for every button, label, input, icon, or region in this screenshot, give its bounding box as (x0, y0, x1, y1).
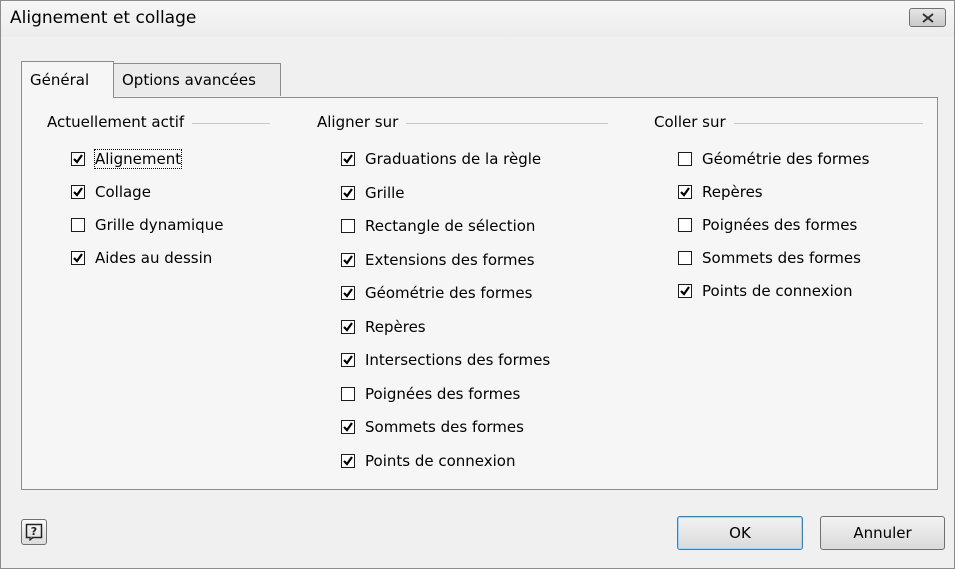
checkbox-label: Intersections des formes (365, 351, 551, 369)
checkmark-icon (73, 253, 83, 263)
checkbox-label: Points de connexion (702, 282, 853, 300)
checkmark-icon (343, 288, 353, 298)
checkbox-coller-1[interactable]: Repères (678, 183, 763, 201)
group-divider (406, 122, 608, 124)
checkbox-checked[interactable] (678, 284, 692, 298)
checkmark-icon (343, 355, 353, 365)
checkmark-icon (343, 422, 353, 432)
checkmark-icon (343, 321, 353, 332)
group-coller-sur: Coller sur (654, 112, 923, 132)
checkbox-actif-1[interactable]: Collage (71, 183, 151, 201)
checkbox-aligner-3[interactable]: Extensions des formes (341, 251, 535, 269)
tab-advanced-label: Options avancées (122, 71, 256, 89)
window-title: Alignement et collage (10, 8, 197, 28)
group-aligner-sur: Aligner sur (317, 112, 608, 132)
cancel-button[interactable]: Annuler (820, 516, 945, 550)
checkbox-unchecked[interactable] (678, 218, 692, 232)
checkbox-checked[interactable] (341, 286, 355, 300)
checkbox-coller-0[interactable]: Géométrie des formes (678, 150, 869, 168)
tab-advanced-options[interactable]: Options avancées (113, 63, 281, 96)
checkbox-aligner-7[interactable]: Poignées des formes (341, 385, 520, 403)
checkbox-label: Poignées des formes (365, 384, 521, 403)
checkbox-unchecked[interactable] (341, 219, 355, 233)
title-bar: Alignement et collage (1, 1, 954, 37)
group-header: Aligner sur (317, 112, 608, 132)
checkbox-aligner-4[interactable]: Géométrie des formes (341, 284, 532, 302)
checkbox-label: Grille dynamique (95, 216, 224, 234)
checkbox-checked[interactable] (71, 152, 85, 166)
alignment-dialog: Alignement et collage Général Options av… (0, 0, 955, 569)
checkbox-label: Repères (702, 183, 763, 201)
checkmark-icon (343, 254, 353, 265)
group-header: Actuellement actif (47, 112, 270, 132)
group-title: Aligner sur (317, 113, 399, 131)
ok-button[interactable]: OK (677, 516, 803, 550)
checkbox-checked[interactable] (341, 252, 355, 267)
help-icon: ? (25, 523, 43, 541)
checkbox-label: Repères (365, 317, 426, 336)
checkmark-icon (680, 187, 690, 197)
checkbox-label: Aides au dessin (95, 249, 213, 267)
checkbox-unchecked[interactable] (678, 152, 692, 166)
group-title: Actuellement actif (47, 113, 185, 131)
checkbox-aligner-1[interactable]: Grille (341, 184, 405, 202)
checkbox-checked[interactable] (71, 251, 85, 265)
checkbox-label: Géométrie des formes (365, 284, 533, 302)
checkbox-label: Collage (95, 183, 151, 201)
cancel-button-label: Annuler (853, 524, 912, 542)
checkbox-checked[interactable] (71, 185, 85, 199)
checkbox-label: Graduations de la règle (365, 150, 542, 168)
checkbox-aligner-5[interactable]: Repères (341, 318, 426, 336)
checkbox-checked[interactable] (341, 152, 355, 166)
tab-panel-general: Actuellement actif Aligner sur Coller su… (21, 97, 938, 490)
group-header: Coller sur (654, 112, 923, 132)
checkmark-icon (73, 187, 83, 197)
checkbox-checked[interactable] (678, 185, 692, 199)
checkbox-aligner-8[interactable]: Sommets des formes (341, 418, 524, 436)
checkbox-label: Rectangle de sélection (365, 217, 536, 235)
checkbox-label: Grille (365, 183, 405, 202)
checkmark-icon (680, 286, 690, 296)
checkmark-icon (343, 154, 353, 164)
checkbox-label: Sommets des formes (365, 418, 524, 436)
ok-button-label: OK (729, 524, 751, 542)
help-button[interactable]: ? (21, 519, 47, 545)
group-divider (733, 122, 923, 124)
checkbox-coller-2[interactable]: Poignées des formes (678, 216, 857, 234)
tab-general-label: Général (30, 71, 90, 89)
checkbox-label: Points de connexion (365, 451, 516, 470)
checkbox-aligner-0[interactable]: Graduations de la règle (341, 150, 541, 168)
checkbox-checked[interactable] (341, 453, 355, 468)
checkbox-actif-2[interactable]: Grille dynamique (71, 216, 223, 234)
svg-text:?: ? (31, 525, 37, 538)
checkmark-icon (343, 455, 353, 466)
checkbox-coller-4[interactable]: Points de connexion (678, 282, 852, 300)
checkbox-coller-3[interactable]: Sommets des formes (678, 249, 861, 267)
checkmark-icon (343, 187, 353, 198)
checkbox-checked[interactable] (341, 319, 355, 334)
checkbox-label: Alignement (93, 149, 183, 169)
checkbox-unchecked[interactable] (71, 218, 85, 232)
checkbox-label: Extensions des formes (365, 250, 535, 269)
checkbox-label: Poignées des formes (702, 216, 858, 234)
checkbox-actif-0[interactable]: Alignement (71, 149, 183, 169)
group-title: Coller sur (654, 113, 726, 131)
tab-general[interactable]: Général (21, 61, 114, 98)
checkbox-label: Géométrie des formes (702, 150, 870, 168)
checkbox-aligner-2[interactable]: Rectangle de sélection (341, 217, 535, 235)
group-divider (192, 122, 270, 124)
checkbox-actif-3[interactable]: Aides au dessin (71, 249, 212, 267)
close-button[interactable] (909, 8, 946, 27)
checkbox-unchecked[interactable] (341, 386, 355, 401)
close-icon (921, 12, 934, 23)
checkbox-label: Sommets des formes (702, 249, 861, 267)
group-actuellement-actif: Actuellement actif (47, 112, 270, 132)
checkmark-icon (73, 154, 83, 164)
checkbox-checked[interactable] (341, 420, 355, 434)
checkbox-aligner-9[interactable]: Points de connexion (341, 452, 515, 470)
checkbox-unchecked[interactable] (678, 251, 692, 265)
checkbox-checked[interactable] (341, 353, 355, 367)
checkbox-aligner-6[interactable]: Intersections des formes (341, 351, 550, 369)
checkbox-checked[interactable] (341, 185, 355, 200)
